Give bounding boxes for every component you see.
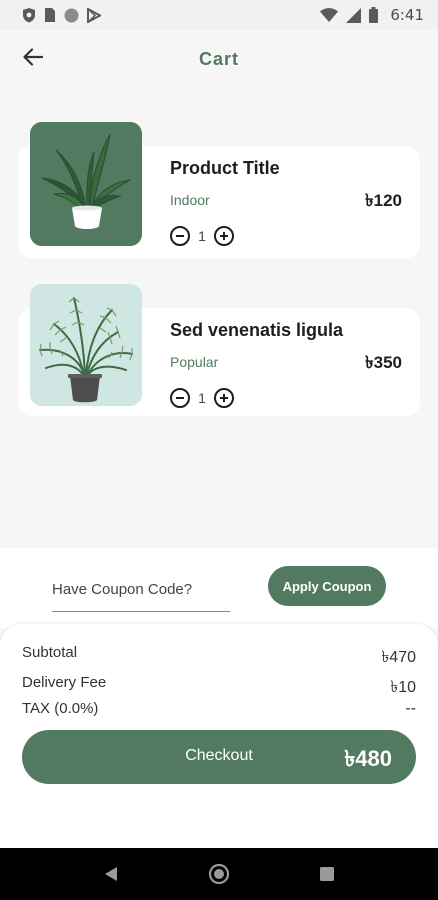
app-header: Cart [0,30,438,88]
increase-quantity-button[interactable] [214,226,234,246]
circle-icon [64,8,79,23]
product-image [30,284,142,406]
recents-square-icon[interactable] [320,867,334,881]
decrease-quantity-button[interactable] [170,226,190,246]
tax-value: -- [405,700,416,717]
delivery-fee-row: Delivery Fee ৳10 [22,674,416,701]
plus-icon [220,394,228,402]
coupon-section: Apply Coupon [0,548,438,628]
minus-icon [176,235,184,237]
minus-icon [176,397,184,399]
status-right-icons: 6:41 [320,6,424,24]
subtotal-label: Subtotal [22,644,78,661]
status-left-icons [22,7,101,23]
product-price: ৳120 [365,191,402,210]
decrease-quantity-button[interactable] [170,388,190,408]
checkout-total: ৳480 [344,746,392,771]
product-category: Indoor [170,192,210,208]
sim-card-icon [44,7,56,23]
status-bar: 6:41 [0,0,438,30]
product-price: ৳350 [365,353,402,372]
play-store-icon [87,7,101,23]
apply-coupon-button[interactable]: Apply Coupon [268,566,386,606]
product-name: Sed venenatis ligula [170,320,344,340]
system-nav-bar [0,848,438,900]
product-name: Product Title [170,158,280,178]
plus-icon [220,232,228,240]
increase-quantity-button[interactable] [214,388,234,408]
tax-row: TAX (0.0%) -- [22,700,416,718]
quantity-stepper: 1 [170,226,234,246]
delivery-fee-value: ৳10 [390,679,416,696]
cart-item: Product Title Indoor ৳120 1 [18,122,420,258]
page-title: Cart [198,48,239,69]
tax-label: TAX (0.0%) [22,700,99,717]
home-circle-icon[interactable] [208,863,230,885]
arrow-left-icon [23,47,44,71]
back-button[interactable] [20,46,46,72]
palm-plant-icon [30,284,142,406]
wifi-icon [320,7,339,23]
quantity-value: 1 [198,228,206,244]
status-time: 6:41 [390,6,424,24]
delivery-fee-label: Delivery Fee [22,674,107,691]
quantity-stepper: 1 [170,388,234,408]
subtotal-row: Subtotal ৳470 [22,644,416,671]
checkout-button[interactable]: Checkout ৳480 [22,730,416,784]
shield-icon [22,7,36,23]
cart-item: Sed venenatis ligula Popular ৳350 1 [18,284,420,416]
product-category: Popular [170,354,219,370]
coupon-code-input[interactable] [52,568,230,612]
subtotal-value: ৳470 [381,649,416,666]
quantity-value: 1 [198,390,206,406]
bird-of-paradise-plant-icon [30,122,142,246]
battery-icon [369,7,379,23]
product-image [30,122,142,246]
back-triangle-icon[interactable] [104,866,118,882]
order-summary: Subtotal ৳470 Delivery Fee ৳10 TAX (0.0%… [0,624,438,848]
signal-icon [346,7,362,23]
